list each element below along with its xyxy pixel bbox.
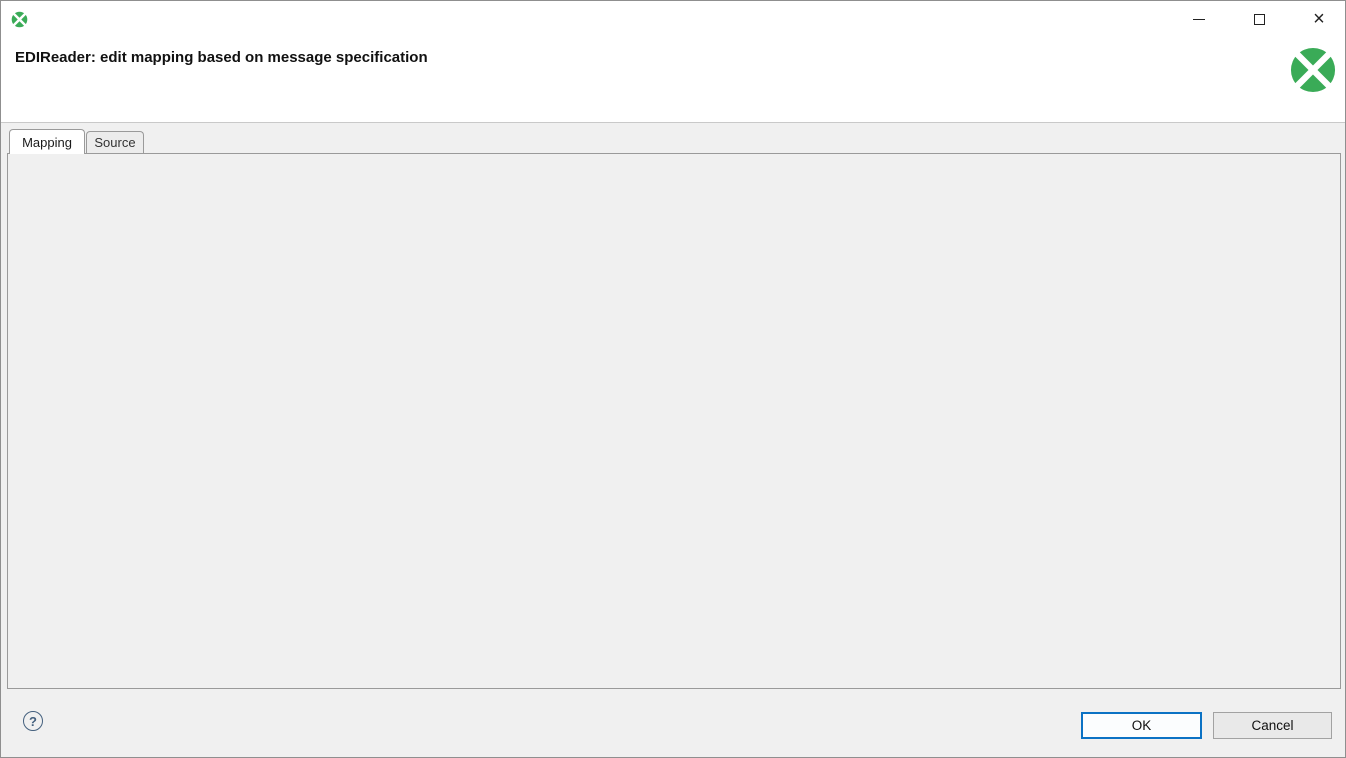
question-mark-icon: ? [29, 714, 37, 729]
maximize-button[interactable] [1239, 5, 1279, 33]
minimize-button[interactable] [1179, 5, 1219, 33]
minimize-icon [1193, 19, 1205, 20]
tab-mapping[interactable]: Mapping [9, 129, 85, 154]
tab-content-panel [7, 153, 1341, 689]
close-icon: × [1313, 9, 1325, 29]
dialog-window: × EDIReader: edit mapping based on messa… [0, 0, 1346, 758]
tab-mapping-label: Mapping [22, 135, 72, 150]
cancel-label: Cancel [1251, 718, 1293, 733]
ok-label: OK [1132, 718, 1152, 733]
app-icon [11, 11, 28, 28]
ok-button[interactable]: OK [1081, 712, 1202, 739]
clover-logo-icon [1290, 47, 1336, 93]
maximize-icon [1254, 14, 1265, 25]
close-button[interactable]: × [1299, 5, 1339, 33]
page-title: EDIReader: edit mapping based on message… [15, 49, 428, 66]
cancel-button[interactable]: Cancel [1213, 712, 1332, 739]
tab-source[interactable]: Source [86, 131, 144, 153]
help-button[interactable]: ? [23, 711, 43, 731]
tab-source-label: Source [94, 135, 135, 150]
